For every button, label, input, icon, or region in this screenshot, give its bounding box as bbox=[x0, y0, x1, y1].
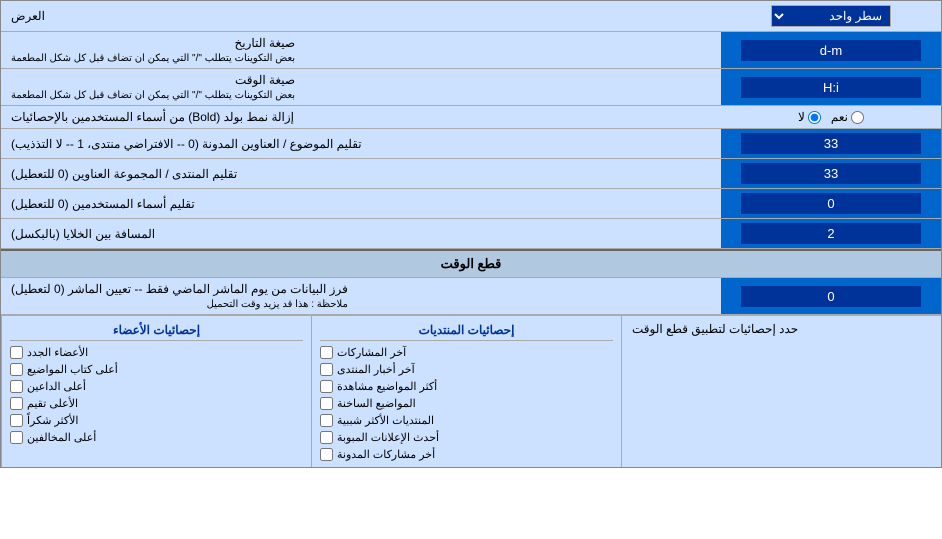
bottom-right-label: حدد إحصائيات لتطبيق قطع الوقت bbox=[632, 322, 798, 336]
radio-yes-label[interactable]: نعم bbox=[831, 110, 864, 124]
remove-bold-row: نعم لا إزالة نمط بولد (Bold) من أسماء ال… bbox=[1, 106, 941, 129]
date-format-label: صيغة التاريخ بعض التكوينات يتطلب "/" الت… bbox=[1, 32, 721, 68]
col2-item-2: أعلى الداعين bbox=[10, 378, 303, 395]
section-title-label: قطع الوقت bbox=[441, 256, 502, 272]
topics-titles-row: تقليم الموضوع / العناوين المدونة (0 -- ا… bbox=[1, 129, 941, 159]
usernames-input-cell bbox=[721, 189, 941, 218]
radio-no[interactable] bbox=[808, 111, 821, 124]
col2-checkbox-5[interactable] bbox=[10, 431, 23, 444]
col2-item-3: الأعلى تقيم bbox=[10, 395, 303, 412]
col2-item-5: أعلى المخالفين bbox=[10, 429, 303, 446]
display-dropdown[interactable]: سطر واحد سطرين ثلاثة أسطر bbox=[771, 5, 891, 27]
topics-titles-main-label: تقليم الموضوع / العناوين المدونة (0 -- ا… bbox=[11, 137, 362, 151]
remove-bold-label: إزالة نمط بولد (Bold) من أسماء المستخدمي… bbox=[1, 106, 721, 128]
col2-checkbox-1[interactable] bbox=[10, 363, 23, 376]
forum-titles-row: تقليم المنتدى / المجموعة العناوين (0 للت… bbox=[1, 159, 941, 189]
spacing-input-cell bbox=[721, 219, 941, 248]
top-right-label: العرض bbox=[11, 9, 45, 23]
topics-titles-input-cell bbox=[721, 129, 941, 158]
top-row-right: العرض bbox=[1, 1, 721, 31]
spacing-row: المسافة بين الخلايا (بالبكسل) bbox=[1, 219, 941, 249]
col2-checkbox-0[interactable] bbox=[10, 346, 23, 359]
bottom-col1: إحصائيات المنتديات آخر المشاركات آخر أخب… bbox=[311, 316, 621, 467]
time-format-label: صيغة الوقت بعض التكوينات يتطلب "/" التي … bbox=[1, 69, 721, 105]
cutoff-row: فرز البيانات من يوم الماشر الماضي فقط --… bbox=[1, 278, 941, 315]
top-row-left: سطر واحد سطرين ثلاثة أسطر bbox=[721, 1, 941, 31]
col1-checkbox-2[interactable] bbox=[320, 380, 333, 393]
col1-checkbox-1[interactable] bbox=[320, 363, 333, 376]
col2-checkbox-2[interactable] bbox=[10, 380, 23, 393]
forum-titles-input-cell bbox=[721, 159, 941, 188]
spacing-label: المسافة بين الخلايا (بالبكسل) bbox=[1, 219, 721, 248]
time-format-sub-label: بعض التكوينات يتطلب "/" التي يمكن ان تضا… bbox=[11, 90, 295, 101]
col1-item-6: أخر مشاركات المدونة bbox=[320, 446, 613, 463]
col2-checkbox-3[interactable] bbox=[10, 397, 23, 410]
col1-header: إحصائيات المنتديات bbox=[320, 320, 613, 341]
date-format-main-label: صيغة التاريخ bbox=[235, 36, 296, 50]
col2-item-1: أعلى كتاب المواضيع bbox=[10, 361, 303, 378]
col1-checkbox-5[interactable] bbox=[320, 431, 333, 444]
usernames-label: تقليم أسماء المستخدمين (0 للتعطيل) bbox=[1, 189, 721, 218]
time-format-input-cell bbox=[721, 69, 941, 105]
date-format-input-cell bbox=[721, 32, 941, 68]
col1-item-2: أكثر المواضيع مشاهدة bbox=[320, 378, 613, 395]
bottom-col2: إحصائيات الأعضاء الأعضاء الجدد أعلى كتاب… bbox=[1, 316, 311, 467]
time-format-row: صيغة الوقت بعض التكوينات يتطلب "/" التي … bbox=[1, 69, 941, 106]
topics-titles-input[interactable] bbox=[741, 133, 921, 154]
col2-checkbox-4[interactable] bbox=[10, 414, 23, 427]
top-row: سطر واحد سطرين ثلاثة أسطر العرض bbox=[1, 1, 941, 32]
forum-titles-input[interactable] bbox=[741, 163, 921, 184]
bottom-area: حدد إحصائيات لتطبيق قطع الوقت إحصائيات ا… bbox=[1, 315, 941, 467]
cutoff-main-label: فرز البيانات من يوم الماشر الماضي فقط --… bbox=[11, 282, 348, 296]
date-format-row: صيغة التاريخ بعض التكوينات يتطلب "/" الت… bbox=[1, 32, 941, 69]
topics-titles-label: تقليم الموضوع / العناوين المدونة (0 -- ا… bbox=[1, 129, 721, 158]
col2-item-4: الأكثر شكراً bbox=[10, 412, 303, 429]
cutoff-input-cell bbox=[721, 278, 941, 314]
forum-titles-label: تقليم المنتدى / المجموعة العناوين (0 للت… bbox=[1, 159, 721, 188]
cutoff-label: فرز البيانات من يوم الماشر الماضي فقط --… bbox=[1, 278, 721, 314]
col1-item-4: المنتديات الأكثر شببية bbox=[320, 412, 613, 429]
col1-item-0: آخر المشاركات bbox=[320, 344, 613, 361]
date-format-sub-label: بعض التكوينات يتطلب "/" التي يمكن ان تضا… bbox=[11, 53, 295, 64]
col1-item-1: آخر أخبار المنتدى bbox=[320, 361, 613, 378]
col1-checkbox-6[interactable] bbox=[320, 448, 333, 461]
time-format-input[interactable] bbox=[741, 77, 921, 98]
cutoff-input[interactable] bbox=[741, 286, 921, 307]
date-format-input[interactable] bbox=[741, 40, 921, 61]
usernames-main-label: تقليم أسماء المستخدمين (0 للتعطيل) bbox=[11, 197, 195, 211]
usernames-row: تقليم أسماء المستخدمين (0 للتعطيل) bbox=[1, 189, 941, 219]
spacing-main-label: المسافة بين الخلايا (بالبكسل) bbox=[11, 227, 155, 241]
forum-titles-main-label: تقليم المنتدى / المجموعة العناوين (0 للت… bbox=[11, 167, 237, 181]
cutoff-sub-label: ملاحظة : هذا قد يزيد وقت التحميل bbox=[207, 299, 348, 310]
col1-checkbox-3[interactable] bbox=[320, 397, 333, 410]
col2-header: إحصائيات الأعضاء bbox=[10, 320, 303, 341]
radio-no-label[interactable]: لا bbox=[798, 110, 821, 124]
time-format-main-label: صيغة الوقت bbox=[235, 73, 295, 87]
col1-item-3: المواضيع الساخنة bbox=[320, 395, 613, 412]
remove-bold-radio-cell: نعم لا bbox=[721, 106, 941, 128]
col2-item-0: الأعضاء الجدد bbox=[10, 344, 303, 361]
spacing-input[interactable] bbox=[741, 223, 921, 244]
bottom-right-section: حدد إحصائيات لتطبيق قطع الوقت bbox=[621, 316, 941, 467]
remove-bold-main-label: إزالة نمط بولد (Bold) من أسماء المستخدمي… bbox=[11, 110, 294, 124]
radio-yes[interactable] bbox=[851, 111, 864, 124]
col1-item-5: أحدث الإعلانات المبوبة bbox=[320, 429, 613, 446]
section-title-row: قطع الوقت bbox=[1, 249, 941, 278]
usernames-input[interactable] bbox=[741, 193, 921, 214]
col1-checkbox-4[interactable] bbox=[320, 414, 333, 427]
col1-checkbox-0[interactable] bbox=[320, 346, 333, 359]
